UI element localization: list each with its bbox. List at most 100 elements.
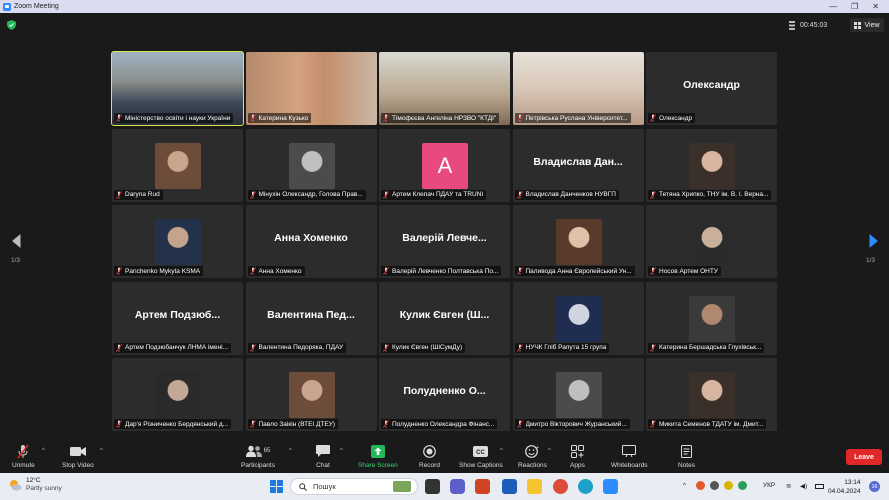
edge-icon[interactable] [578, 479, 593, 494]
svg-text:+: + [536, 445, 539, 451]
audio-options-caret[interactable]: ^ [42, 448, 45, 454]
reactions-options-caret[interactable]: ^ [548, 448, 551, 454]
chrome-icon[interactable] [553, 479, 568, 494]
participant-avatar [689, 219, 735, 265]
powerpoint-icon[interactable] [475, 479, 490, 494]
system-clock[interactable]: 13:14 04.04.2024 [828, 478, 861, 496]
taskbar-search[interactable]: Пошук [290, 478, 418, 495]
participant-tile[interactable]: Владислав Дан... Владислав Данченков НУВГ… [512, 128, 644, 202]
participant-name-caption: Тетяна Хрипко, ТНУ ім. В. І. Верна... [648, 189, 772, 200]
participant-tile[interactable]: Мінухін Олександр, Голова Прав... [245, 128, 377, 202]
muted-mic-icon [249, 267, 256, 275]
apps-button[interactable]: Apps [570, 443, 585, 471]
whiteboards-button[interactable]: Whiteboards [611, 443, 648, 471]
battery-icon[interactable] [815, 484, 824, 489]
participant-tile[interactable]: Тімофєєва Ангеліна НРЗВО "КТДІ" [379, 52, 510, 125]
wifi-icon[interactable]: ≋ [786, 482, 791, 490]
zoom-taskbar-icon[interactable] [603, 479, 618, 494]
participant-tile[interactable]: Катерина Кузько [245, 52, 377, 125]
muted-mic-icon [383, 190, 389, 199]
muted-mic-icon [383, 420, 389, 428]
participant-tile[interactable]: Артем Подзюб... Артем Подзюбанчук ЛНМА ім… [112, 281, 243, 355]
windows-start-icon[interactable] [270, 480, 283, 493]
muted-mic-icon [516, 420, 523, 428]
participant-tile[interactable]: Паливода Анна Європейський Ун... [512, 205, 644, 278]
participant-avatar [689, 295, 735, 342]
participant-display-name: Артем Подзюб... [134, 308, 221, 321]
share-screen-button[interactable]: Share Screen [358, 443, 398, 471]
participant-tile[interactable]: Panchenko Mykyta KSMA [112, 205, 243, 278]
chat-button[interactable]: Chat [316, 443, 330, 471]
participant-tile[interactable]: Міністерство освіти і науки України [111, 51, 244, 126]
muted-mic-icon [650, 343, 656, 352]
security-shield-icon[interactable] [7, 20, 16, 30]
tray-app-icon-3[interactable] [724, 481, 733, 490]
participant-name-caption: Дар'я Різниченко Бердянський д... [114, 419, 232, 429]
participant-avatar [155, 142, 201, 189]
participant-tile[interactable]: Олександр Олександр [646, 52, 777, 125]
leave-button[interactable]: Leave [846, 449, 882, 465]
weather-widget[interactable]: 12°C Partly sunny [8, 477, 62, 493]
tray-app-icon-1[interactable] [696, 481, 705, 490]
muted-mic-icon [383, 267, 389, 275]
participant-tile[interactable]: Daryna Rud [112, 128, 243, 202]
participant-tile[interactable]: Дмитро Вікторович Журанський... [512, 358, 644, 431]
reactions-button[interactable]: + Reactions [518, 443, 547, 471]
minimize-icon[interactable]: — [829, 2, 837, 11]
chat-options-caret[interactable]: ^ [340, 448, 343, 454]
participant-name-caption: Daryna Rud [114, 189, 163, 200]
participant-tile[interactable]: Анна Хоменко Анна Хоменко [245, 205, 377, 278]
participant-name: Олександр [659, 114, 693, 122]
unmute-button[interactable]: Unmute [12, 443, 35, 471]
participant-tile[interactable]: НУЧК Гліб Рапута 15 група [512, 281, 644, 355]
notes-button[interactable]: Notes [678, 443, 695, 471]
participant-tile[interactable]: Тетяна Хрипко, ТНУ ім. В. І. Верна... [646, 128, 777, 202]
muted-mic-icon [249, 420, 256, 428]
captions-options-caret[interactable]: ^ [500, 448, 503, 454]
video-options-caret[interactable]: ^ [100, 448, 103, 454]
previous-page-arrow[interactable] [10, 234, 24, 248]
teams-icon[interactable] [450, 479, 465, 494]
participant-name-caption: Кулик Євген (ШіСумДу) [381, 342, 466, 353]
participant-tile[interactable]: Катерина Бершадська Глухівськ... [646, 281, 777, 355]
file-explorer-icon[interactable] [527, 479, 542, 494]
participants-button[interactable]: 65 Participants [241, 443, 275, 471]
tray-overflow-icon[interactable]: ^ [683, 482, 686, 489]
participant-display-name: Валентина Пед... [267, 308, 355, 321]
tray-app-icon-2[interactable] [710, 481, 719, 490]
participant-gallery: Міністерство освіти і науки України Катер… [111, 51, 777, 432]
participant-display-name: Владислав Дан... [533, 155, 623, 168]
notification-badge[interactable]: 16 [869, 481, 880, 492]
maximize-icon[interactable]: ❐ [851, 2, 858, 11]
keyboard-language[interactable]: УКР [763, 482, 775, 489]
stop-video-button[interactable]: Stop Video [62, 443, 94, 471]
participant-name: Паливода Анна Європейський Ун... [525, 267, 632, 275]
muted-mic-icon [249, 343, 256, 352]
reactions-label: Reactions [518, 462, 547, 469]
participant-tile[interactable]: Павло Заікін (ВТЕІ ДТЕУ) [245, 358, 377, 431]
participant-tile[interactable]: Валерій Левче... Валерій Левченко Полтавс… [379, 205, 510, 278]
show-captions-button[interactable]: CC Show Captions [459, 443, 503, 471]
participant-tile[interactable]: Носов Артем ОНТУ [646, 205, 777, 278]
participant-name-caption: Микита Семенов ТДАТУ ім. Дмит... [648, 419, 767, 429]
close-icon[interactable]: ✕ [872, 2, 879, 11]
participant-display-name: Кулик Євген (Ш... [399, 308, 490, 321]
volume-icon[interactable]: ◀) [800, 482, 807, 490]
participant-tile[interactable]: Валентина Пед... Валентина Педоряка, ПДАУ [245, 281, 377, 355]
view-button[interactable]: View [850, 18, 884, 32]
muted-mic-icon [650, 267, 656, 275]
participant-tile[interactable]: Дар'я Різниченко Бердянський д... [112, 358, 243, 431]
participant-tile[interactable]: Микита Семенов ТДАТУ ім. Дмит... [646, 358, 777, 431]
next-page-arrow[interactable] [866, 234, 880, 248]
task-view-icon[interactable] [425, 479, 440, 494]
participant-tile[interactable]: Кулик Євген (Ш... Кулик Євген (ШіСумДу) [379, 281, 510, 355]
participants-options-caret[interactable]: ^ [289, 448, 292, 454]
participant-tile[interactable]: Петрівська Руслана Університет... [512, 52, 644, 125]
participant-name: Микита Семенов ТДАТУ ім. Дмит... [659, 420, 764, 428]
participant-tile[interactable]: A Артем Клепач ПДАУ та TRUNI [379, 128, 510, 202]
participant-tile[interactable]: Полудненко О... Полудненко Олександра Фін… [379, 358, 510, 431]
participant-name: Полудненко Олександра Фінанс... [392, 420, 495, 428]
record-button[interactable]: Record [419, 443, 440, 471]
tray-app-icon-4[interactable] [738, 481, 747, 490]
word-icon[interactable] [502, 479, 517, 494]
